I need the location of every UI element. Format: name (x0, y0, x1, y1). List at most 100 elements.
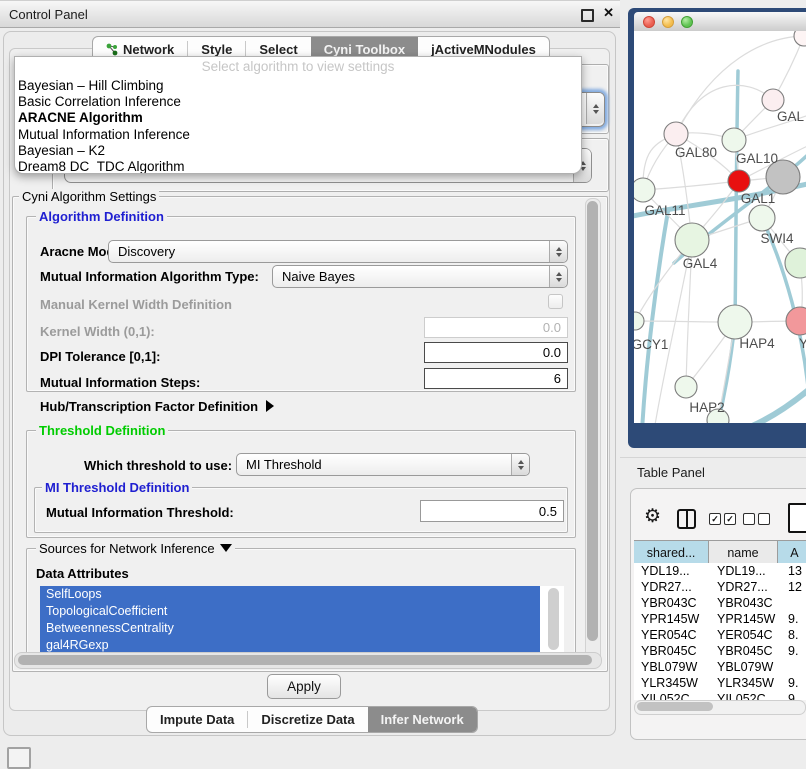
table-cell: YBL079W (634, 659, 713, 675)
settings-vertical-scrollbar-thumb[interactable] (587, 201, 598, 641)
column-header-a[interactable]: A (778, 541, 806, 564)
algorithm-option-bayesian-k2[interactable]: Bayesian – K2 (15, 143, 581, 159)
table-row[interactable]: YIL052CYIL052C9 (634, 691, 806, 700)
attribute-item-betweennesscentrality[interactable]: BetweennessCentrality (40, 620, 540, 637)
tab-discretize-data[interactable]: Discretize Data (248, 707, 367, 732)
table-row[interactable]: YBR043CYBR043C (634, 595, 806, 611)
aracne-mode-value: Discovery (118, 244, 175, 259)
sources-toggle[interactable]: Sources for Network Inference (36, 541, 235, 556)
algorithm-dropdown-list: Select algorithm to view settings Bayesi… (14, 56, 582, 174)
network-edge (735, 71, 738, 322)
algorithm-option-dream8-dc-tdc-algorithm[interactable]: Dream8 DC_TDC Algorithm (15, 159, 581, 174)
node-label-y: Y (799, 336, 806, 351)
network-node-gal10[interactable] (722, 128, 746, 152)
document-icon[interactable] (788, 503, 806, 533)
table-panel-title: Table Panel (637, 465, 705, 480)
table-cell: 9. (785, 675, 806, 691)
network-node-hap4[interactable] (718, 305, 752, 339)
table-cell: YLR345W (634, 675, 713, 691)
table-cell: 9 (785, 691, 806, 700)
panel-grip-icon[interactable] (7, 747, 31, 769)
node-label-gal1: GAL1 (741, 191, 776, 206)
table-row[interactable]: YDL19...YDL19...13 (634, 563, 806, 579)
algorithm-option-basic-correlation-inference[interactable]: Basic Correlation Inference (15, 94, 581, 110)
table-cell: YPR145W (713, 611, 785, 627)
tab-label: Infer Network (381, 712, 464, 727)
column-layout-icon[interactable] (677, 509, 696, 529)
network-node[interactable] (794, 31, 806, 46)
kernel-width-field[interactable]: 0.0 (424, 317, 568, 338)
mi-threshold-title: MI Threshold Definition (42, 480, 192, 495)
network-node-gal80[interactable] (664, 122, 688, 146)
threshold-definition-title: Threshold Definition (36, 423, 168, 438)
network-canvas[interactable]: GALGAL80GAL10GAL1GAL11SWI4GAL4GCY1HAP4YH… (634, 31, 806, 423)
table-cell: YER054C (634, 627, 713, 643)
checked-box-icon: ✓ (724, 513, 736, 525)
network-node-swi4[interactable] (749, 205, 775, 231)
settings-horizontal-scrollbar-thumb[interactable] (18, 655, 592, 665)
algorithm-option-mutual-information-inference[interactable]: Mutual Information Inference (15, 127, 581, 143)
table-rows: YDL19...YDL19...13YDR27...YDR27...12YBR0… (634, 563, 806, 700)
table-row[interactable]: YLR345WYLR345W9. (634, 675, 806, 691)
node-label-gcy1: GCY1 (634, 337, 668, 352)
algorithm-option-aracne-algorithm[interactable]: ARACNE Algorithm (15, 110, 581, 126)
deselect-all-columns-icon[interactable] (743, 513, 770, 525)
network-node-hap2[interactable] (675, 376, 697, 398)
data-attributes-list: SelfLoopsTopologicalCoefficientBetweenne… (40, 586, 564, 654)
apply-button[interactable]: Apply (267, 674, 341, 699)
column-header-name[interactable]: name (709, 541, 778, 564)
dpi-tolerance-field[interactable]: 0.0 (424, 342, 568, 363)
table-row[interactable]: YBR045CYBR045C9. (634, 643, 806, 659)
attribute-item-topologicalcoefficient[interactable]: TopologicalCoefficient (40, 603, 540, 620)
mi-threshold-field[interactable]: 0.5 (420, 500, 564, 522)
table-cell (785, 659, 806, 675)
hub-definition-toggle[interactable]: Hub/Transcription Factor Definition (40, 399, 274, 414)
stepper-arrows-icon (586, 93, 604, 124)
attributes-scrollbar[interactable] (548, 588, 559, 650)
network-node[interactable] (785, 248, 806, 278)
tab-label: Impute Data (160, 712, 234, 727)
attribute-item-selfloops[interactable]: SelfLoops (40, 586, 540, 603)
mi-steps-label: Mutual Information Steps: (40, 375, 200, 390)
network-node-gcy1[interactable] (634, 312, 644, 330)
tab-impute-data[interactable]: Impute Data (147, 707, 247, 732)
table-row[interactable]: YBL079WYBL079W (634, 659, 806, 675)
tab-label: Cyni Toolbox (324, 42, 405, 57)
table-row[interactable]: YER054CYER054C8. (634, 627, 806, 643)
zoom-traffic-light[interactable] (681, 16, 693, 28)
select-all-columns-icon[interactable]: ✓ ✓ (709, 513, 736, 525)
mi-type-select[interactable]: Naive Bayes (272, 265, 568, 288)
bottom-tabs: Impute Data Discretize Data Infer Network (146, 706, 478, 733)
column-header-shared-[interactable]: shared... (634, 541, 709, 564)
network-graph: GALGAL80GAL10GAL1GAL11SWI4GAL4GCY1HAP4YH… (634, 31, 806, 423)
table-cell: YDL19... (713, 563, 785, 579)
mi-type-label: Mutual Information Algorithm Type: (40, 269, 259, 284)
network-node-gal11[interactable] (634, 178, 655, 202)
network-edge (642, 211, 668, 423)
data-attributes-label: Data Attributes (36, 566, 129, 581)
node-label-gal10: GAL10 (736, 151, 778, 166)
minimize-traffic-light[interactable] (662, 16, 674, 28)
algorithm-definition-title: Algorithm Definition (36, 209, 167, 224)
tab-infer-network[interactable]: Infer Network (368, 707, 477, 732)
network-node-gal4[interactable] (675, 223, 709, 257)
table-row[interactable]: YPR145WYPR145W9. (634, 611, 806, 627)
table-row[interactable]: YDR27...YDR27...12 (634, 579, 806, 595)
gear-icon[interactable]: ⚙ (644, 505, 661, 528)
float-window-icon[interactable] (581, 9, 594, 22)
network-node-gal[interactable] (762, 89, 784, 111)
table-cell: YBR045C (713, 643, 785, 659)
close-traffic-light[interactable] (643, 16, 655, 28)
tab-label: Discretize Data (261, 712, 354, 727)
table-cell (785, 595, 806, 611)
aracne-mode-select[interactable]: Discovery (108, 240, 568, 263)
settings-group-title: Cyni Algorithm Settings (19, 189, 159, 204)
network-node-y[interactable] (786, 307, 806, 335)
table-horizontal-scrollbar-thumb[interactable] (637, 702, 713, 711)
which-threshold-select[interactable]: MI Threshold (236, 453, 530, 476)
manual-kernel-checkbox[interactable] (548, 294, 563, 309)
mi-steps-field[interactable]: 6 (424, 368, 568, 389)
algorithm-option-bayesian-hill-climbing[interactable]: Bayesian – Hill Climbing (15, 78, 581, 94)
network-node-gal1[interactable] (728, 170, 750, 192)
close-icon[interactable]: ✕ (603, 5, 614, 21)
